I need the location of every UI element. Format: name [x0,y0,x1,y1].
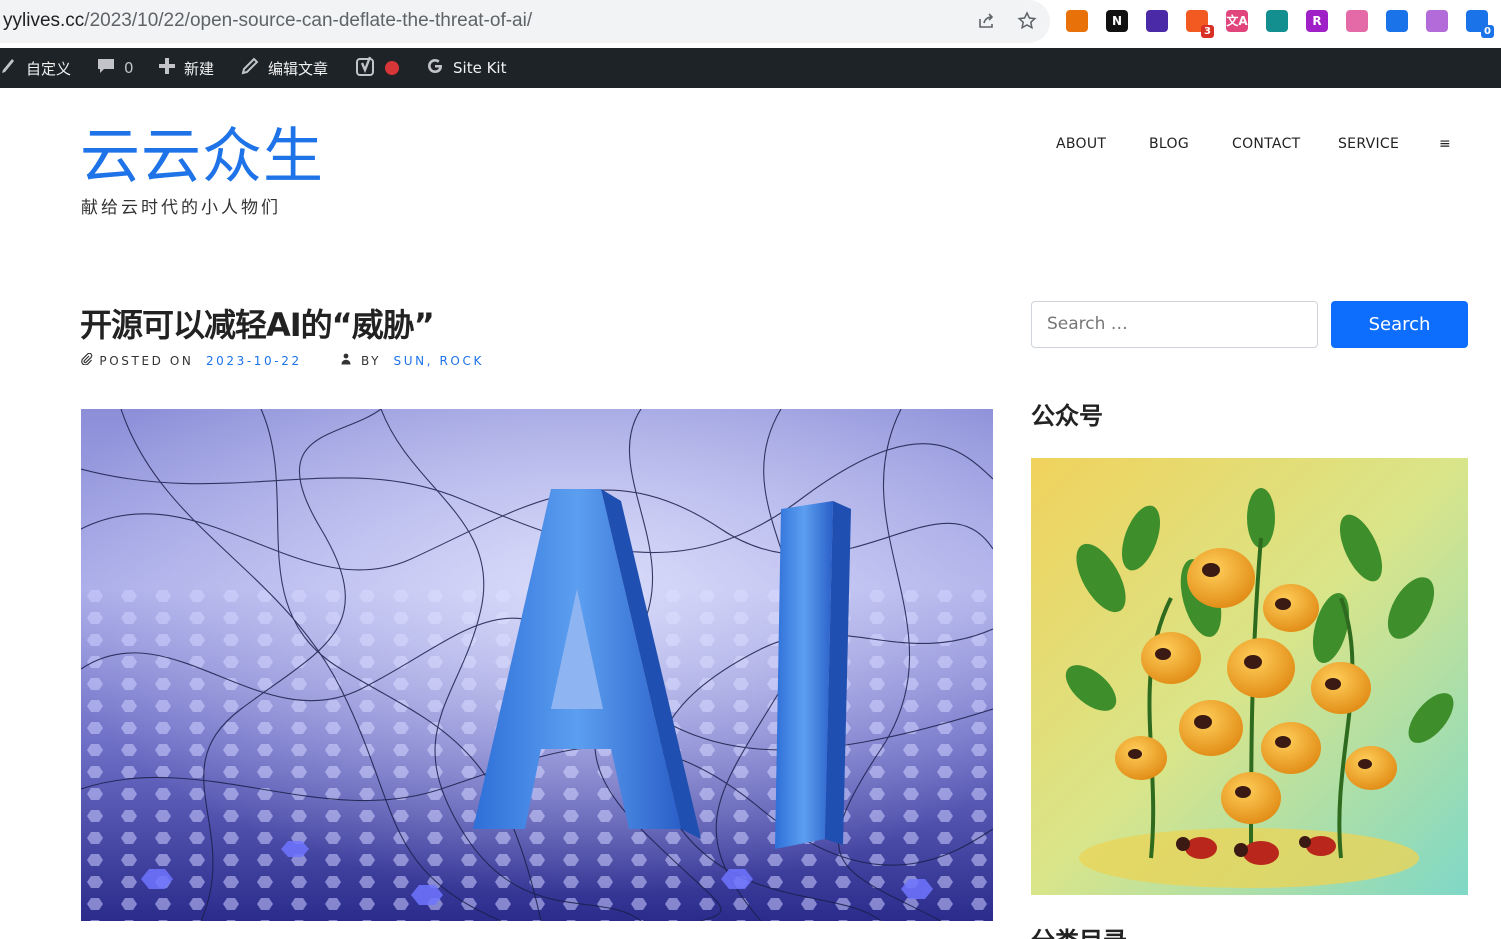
search-input[interactable]: Search … [1031,301,1318,348]
wechat-qr-image[interactable] [1031,458,1468,895]
extension-layers-icon[interactable] [1146,10,1168,32]
share-icon[interactable] [975,11,997,33]
admin-new-label: 新建 [184,59,215,78]
menu-icon[interactable]: ≡ [1439,136,1451,152]
admin-edit-post[interactable]: 编辑文章 [240,48,328,88]
url-path: /2023/10/22/open-source-can-deflate-the-… [84,10,533,31]
extension-badge: 3 [1201,25,1214,38]
admin-edit-post-label: 编辑文章 [268,59,329,78]
pencil-icon [240,56,260,81]
star-icon[interactable] [1016,11,1038,33]
post-meta: POSTED ON 2023-10-22 BY SUN, ROCK [81,352,484,368]
address-bar[interactable]: yylives.cc/2023/10/22/open-source-can-de… [0,0,1050,43]
nav-contact[interactable]: CONTACT [1232,136,1301,152]
extension-crown-icon[interactable] [1346,10,1368,32]
extension-openai-icon[interactable] [1426,10,1448,32]
site-title[interactable]: 云云众生 [80,122,324,192]
extension-badge: 0 [1481,25,1494,38]
posted-on-label: POSTED ON [99,354,194,368]
brush-icon [0,57,18,80]
yoast-icon [355,55,377,82]
seo-status-dot [385,61,399,75]
nav-service[interactable]: SERVICE [1338,136,1399,152]
post-title: 开源可以减轻AI的“威胁” [80,306,435,344]
search-button[interactable]: Search [1331,301,1468,348]
widget-title-wechat: 公众号 [1031,402,1103,430]
extension-translate-icon[interactable]: 文A [1226,10,1248,32]
extension-chrome-icon[interactable] [1066,10,1088,32]
post-author-link[interactable]: SUN, ROCK [393,354,483,368]
author-icon [341,353,357,368]
admin-comments-count: 0 [124,59,134,77]
admin-yoast[interactable] [355,48,399,88]
extension-purple-icon[interactable]: R [1306,10,1328,32]
nav-blog[interactable]: BLOG [1149,136,1189,152]
admin-customize[interactable]: 自定义 [0,48,71,88]
admin-site-kit-label: Site Kit [453,59,507,77]
admin-comments[interactable]: 0 [96,48,134,88]
extension-notion-icon[interactable]: N [1106,10,1128,32]
url-host: yylives.cc [3,10,85,31]
url-text[interactable]: yylives.cc/2023/10/22/open-source-can-de… [3,10,532,32]
comment-icon [96,57,116,80]
post-date-link[interactable]: 2023-10-22 [206,354,302,368]
extension-teal-icon[interactable] [1266,10,1288,32]
plus-icon [158,57,176,80]
site-tagline: 献给云时代的小人物们 [81,198,281,218]
nav-about[interactable]: ABOUT [1056,136,1106,152]
extension-coins-icon[interactable]: 3 [1186,10,1214,38]
admin-customize-label: 自定义 [26,59,72,78]
paperclip-icon [81,352,99,368]
widget-title-categories: 分类目录 [1031,921,1127,939]
admin-new[interactable]: 新建 [158,48,214,88]
admin-site-kit[interactable]: Site Kit [425,48,506,88]
browser-toolbar: yylives.cc/2023/10/22/open-source-can-de… [0,0,1501,48]
featured-image [81,409,993,921]
wp-admin-bar: 自定义 0 新建 编辑文章 Site Kit [0,48,1501,88]
extension-sync-icon[interactable]: 0 [1466,10,1494,38]
extension-feather-icon[interactable] [1386,10,1408,32]
google-g-icon [425,56,445,81]
by-label: BY [360,354,382,368]
